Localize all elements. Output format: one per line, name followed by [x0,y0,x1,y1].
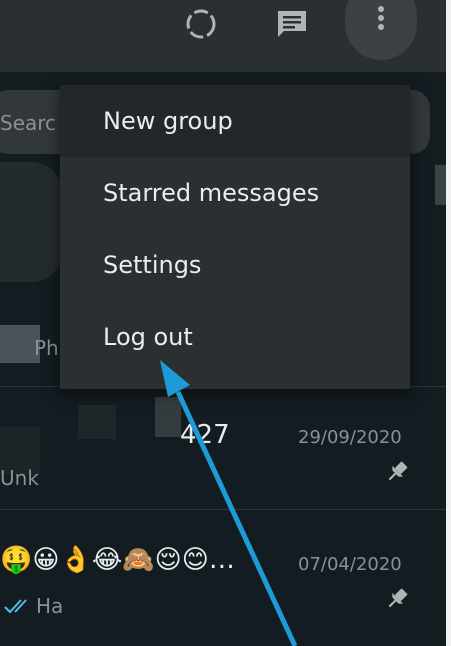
chat-preview: Ph [34,336,59,360]
chat-preview: Ha [36,594,64,618]
chat-name: 427 [180,420,230,450]
chat-row[interactable]: 🤑😀👌😂🙈😌😊… 07/04/2020 Ha [0,510,446,646]
menu-item-settings[interactable]: Settings [60,229,410,301]
chat-preview: Unk [0,466,39,490]
more-vertical-icon [378,6,384,30]
menu-item-starred-messages[interactable]: Starred messages [60,157,410,229]
new-chat-icon[interactable] [275,9,309,39]
double-check-icon [4,599,27,614]
blurred-region [155,397,181,437]
pin-icon [388,588,408,608]
scrollbar[interactable] [435,165,446,205]
app-header [0,0,446,72]
menu-item-new-group[interactable]: New group [60,85,410,157]
pin-icon [388,461,408,481]
whatsapp-window: Ph 427 29/09/2020 Unk 🤑😀👌😂🙈😌😊… 07/04/202… [0,0,446,646]
chat-row[interactable]: 427 29/09/2020 Unk [0,387,446,509]
blurred-region [78,405,116,439]
chat-date: 29/09/2020 [298,427,402,448]
window-edge [446,0,451,646]
chat-date: 07/04/2020 [298,554,402,575]
avatar [0,162,62,282]
menu-button[interactable] [345,0,417,60]
menu-item-log-out[interactable]: Log out [60,301,410,373]
status-ring-icon[interactable] [184,7,218,41]
chat-name: 🤑😀👌😂🙈😌😊… [0,545,235,575]
options-menu: New group Starred messages Settings Log … [60,85,410,389]
